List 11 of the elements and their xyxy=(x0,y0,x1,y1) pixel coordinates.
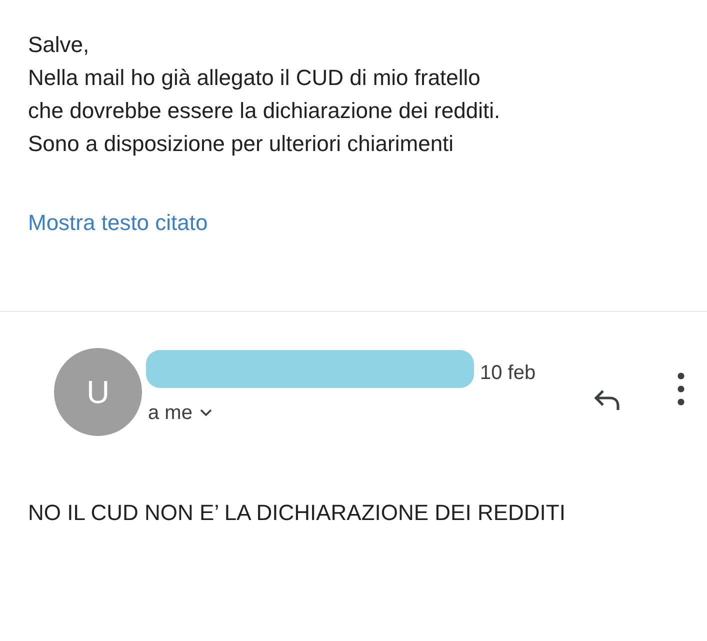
message-line: Salve, xyxy=(28,31,90,59)
chevron-down-icon xyxy=(200,409,212,417)
recipient-button[interactable]: a me xyxy=(148,398,536,428)
message-date: 10 feb xyxy=(480,361,536,386)
show-quoted-text-link[interactable]: Mostra testo citato xyxy=(28,206,208,239)
avatar: U xyxy=(54,348,142,436)
message-line: Nella mail ho già allegato il CUD di mio fratello xyxy=(28,64,482,92)
message-line: che dovrebbe essere la dichiarazione dei redditi. xyxy=(28,97,502,125)
more-options-icon[interactable] xyxy=(677,372,685,406)
message-line: Sono a disposizione per ulteriori chiarimenti xyxy=(28,130,455,158)
message-body: NO IL CUD NON E’ LA DICHIARAZIONE DEI REDDITI xyxy=(27,499,566,527)
